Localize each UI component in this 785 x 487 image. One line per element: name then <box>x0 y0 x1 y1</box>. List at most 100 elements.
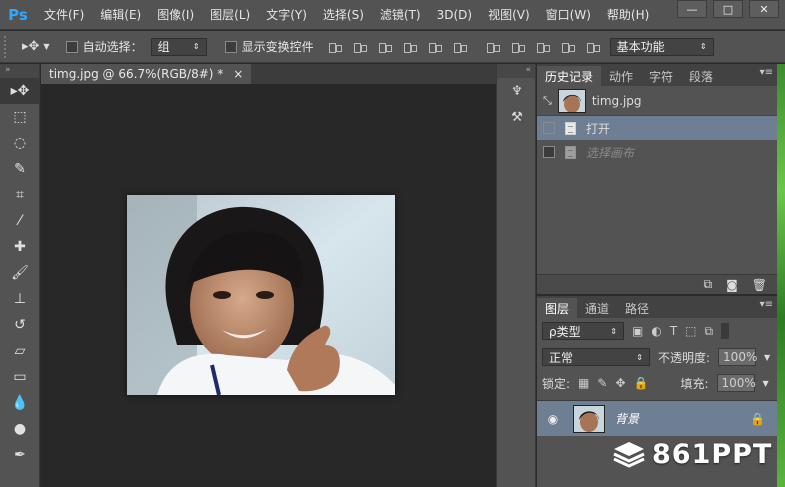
filter-pixel-icon[interactable]: ▣ <box>632 324 643 338</box>
document-tab[interactable]: timg.jpg @ 66.7%(RGB/8#) * × <box>41 64 252 84</box>
minimize-button[interactable]: — <box>677 0 707 18</box>
quick-select-tool-icon[interactable]: ✎ <box>0 156 40 182</box>
panel-grip[interactable] <box>4 35 12 58</box>
history-item[interactable]: 打开 <box>537 116 777 140</box>
blur-tool-icon[interactable]: 💧 <box>0 390 40 416</box>
chevron-down-icon[interactable]: ▼ <box>763 379 769 388</box>
collapse-icon[interactable]: « <box>497 64 535 78</box>
history-panel-tabs: 历史记录 动作 字符 段落 ▾≡ <box>537 64 777 86</box>
menu-filter[interactable]: 滤镜(T) <box>372 0 429 30</box>
clone-stamp-tool-icon[interactable]: ⊥ <box>0 286 40 312</box>
distribute-hcenter-icon[interactable] <box>586 40 600 54</box>
history-state-checkbox[interactable] <box>543 146 555 158</box>
tab-paragraph[interactable]: 段落 <box>681 66 721 86</box>
lock-image-icon[interactable]: ✎ <box>597 376 607 390</box>
new-document-from-state-icon[interactable]: ⧉ <box>704 277 713 292</box>
layer-filter-row: ρ类型 ⇕ ▣ ◐ T ⬚ ⧉ <box>537 318 777 344</box>
maximize-button[interactable]: □ <box>713 0 743 18</box>
panel-menu-icon[interactable]: ▾≡ <box>760 67 773 78</box>
opacity-label: 不透明度: <box>658 350 711 365</box>
eye-icon[interactable]: ◉ <box>543 412 563 426</box>
menu-file[interactable]: 文件(F) <box>36 0 92 30</box>
menu-3d[interactable]: 3D(D) <box>429 0 480 30</box>
auto-select-dropdown[interactable]: 组 ⇕ <box>150 37 207 56</box>
history-brush-tool-icon[interactable]: ↺ <box>0 312 40 338</box>
menu-layer[interactable]: 图层(L) <box>202 0 258 30</box>
tab-character[interactable]: 字符 <box>641 66 681 86</box>
show-transform-checkbox[interactable]: 显示变换控件 <box>224 38 314 55</box>
filter-adjustment-icon[interactable]: ◐ <box>651 324 661 338</box>
menu-view[interactable]: 视图(V) <box>480 0 538 30</box>
align-top-icon[interactable] <box>328 40 342 54</box>
auto-select-checkbox[interactable]: 自动选择： <box>65 38 143 55</box>
menu-image[interactable]: 图像(I) <box>149 0 202 30</box>
chevron-down-icon[interactable]: ▼ <box>764 353 770 362</box>
crop-tool-icon[interactable]: ⌗ <box>0 182 40 208</box>
align-bottom-icon[interactable] <box>378 40 392 54</box>
lock-position-icon[interactable]: ✥ <box>615 376 625 390</box>
align-hcenter-icon[interactable] <box>428 40 442 54</box>
canvas-area[interactable] <box>41 84 496 487</box>
filter-type-icon[interactable]: T <box>670 324 677 338</box>
gradient-tool-icon[interactable]: ▭ <box>0 364 40 390</box>
filter-toggle[interactable] <box>721 323 730 339</box>
close-button[interactable]: ✕ <box>749 0 779 18</box>
distribute-left-icon[interactable] <box>561 40 575 54</box>
eraser-tool-icon[interactable]: ▱ <box>0 338 40 364</box>
menu-edit[interactable]: 编辑(E) <box>92 0 149 30</box>
pen-tool-icon[interactable]: ✒ <box>0 442 40 468</box>
distribute-bottom-icon[interactable] <box>536 40 550 54</box>
align-left-icon[interactable] <box>403 40 417 54</box>
tab-channels[interactable]: 通道 <box>577 298 617 318</box>
panel-menu-icon[interactable]: ▾≡ <box>760 299 773 310</box>
history-state-checkbox[interactable] <box>543 122 555 134</box>
checkbox-box[interactable] <box>224 40 237 53</box>
layer-filter-value: ρ类型 <box>549 324 581 339</box>
menu-select[interactable]: 选择(S) <box>315 0 372 30</box>
fill-input[interactable]: 100% <box>716 374 756 392</box>
eyedropper-tool-icon[interactable]: ⁄ <box>0 208 40 234</box>
brush-presets-icon[interactable]: ♆ <box>497 78 537 104</box>
healing-brush-tool-icon[interactable]: ✚ <box>0 234 40 260</box>
history-brush-source-icon[interactable]: ⤡ <box>543 94 552 108</box>
blend-mode-dropdown[interactable]: 正常 ⇕ <box>542 348 650 366</box>
menu-help[interactable]: 帮助(H) <box>599 0 657 30</box>
document-image[interactable] <box>127 195 395 395</box>
layer-row[interactable]: ◉ 背景 🔒 <box>537 400 777 436</box>
history-snapshot[interactable]: ⤡ timg.jpg <box>537 86 777 116</box>
menu-window[interactable]: 窗口(W) <box>538 0 599 30</box>
tab-layers[interactable]: 图层 <box>537 298 578 318</box>
collapse-icon[interactable]: » <box>0 64 39 78</box>
marquee-tool-icon[interactable]: ⬚ <box>0 104 40 130</box>
distribute-vcenter-icon[interactable] <box>511 40 525 54</box>
lasso-tool-icon[interactable]: ◌ <box>0 130 40 156</box>
menu-type[interactable]: 文字(Y) <box>258 0 315 30</box>
fill-label: 填充: <box>680 376 709 391</box>
opacity-input[interactable]: 100% <box>718 348 757 366</box>
tools-panel: » ▸✥ ⬚ ◌ ✎ ⌗ ⁄ ✚ 🖌 ⊥ ↺ ▱ ▭ 💧 ● ✒ <box>0 64 40 487</box>
distribute-top-icon[interactable] <box>486 40 500 54</box>
layer-filter-dropdown[interactable]: ρ类型 ⇕ <box>542 322 624 340</box>
portrait-photo <box>127 195 395 395</box>
auto-select-value: 组 <box>157 40 170 54</box>
tool-presets-icon[interactable]: ⚒ <box>497 104 537 130</box>
lock-all-icon[interactable]: 🔒 <box>634 376 649 390</box>
tool-preset-picker[interactable]: ▸✥ ▼ <box>22 39 50 54</box>
align-right-icon[interactable] <box>453 40 467 54</box>
history-item[interactable]: 选择画布 <box>537 140 777 164</box>
filter-smart-object-icon[interactable]: ⧉ <box>705 324 714 339</box>
tab-history[interactable]: 历史记录 <box>537 66 602 86</box>
workspace-dropdown[interactable]: 基本功能 ⇕ <box>609 37 714 56</box>
tab-actions[interactable]: 动作 <box>601 66 641 86</box>
brush-tool-icon[interactable]: 🖌 <box>0 260 40 286</box>
align-vcenter-icon[interactable] <box>353 40 367 54</box>
lock-transparent-icon[interactable]: ▦ <box>578 376 589 390</box>
camera-icon[interactable]: ◙ <box>726 278 738 292</box>
checkbox-box[interactable] <box>65 40 78 53</box>
close-icon[interactable]: × <box>233 67 243 81</box>
trash-icon[interactable]: 🗑 <box>752 278 767 292</box>
move-tool-icon[interactable]: ▸✥ <box>0 78 40 104</box>
tab-paths[interactable]: 路径 <box>617 298 657 318</box>
filter-shape-icon[interactable]: ⬚ <box>685 324 696 338</box>
dodge-tool-icon[interactable]: ● <box>0 416 40 442</box>
